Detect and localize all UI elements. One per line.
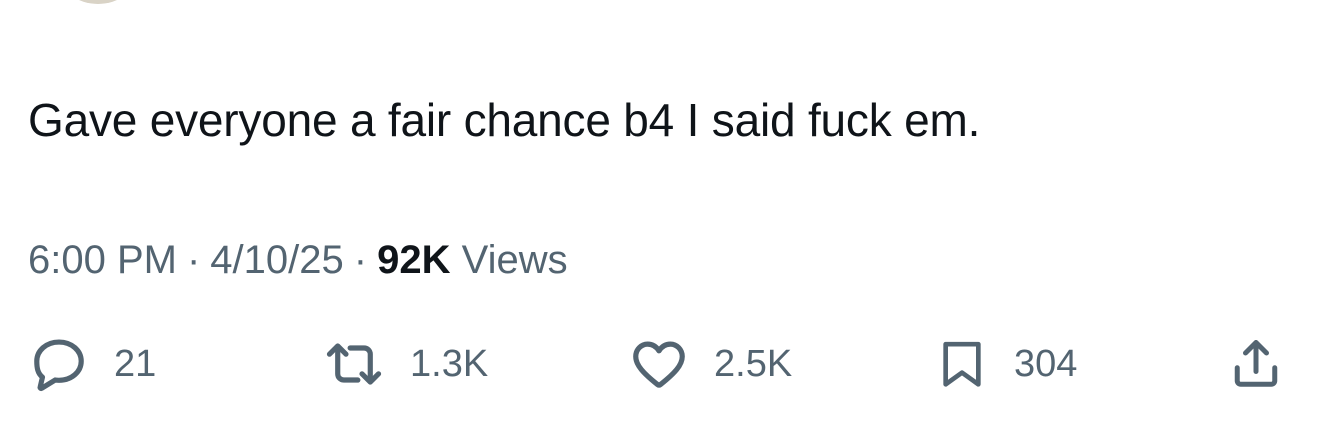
meta-separator: · [186, 238, 201, 282]
bookmark-count: 304 [1014, 343, 1078, 385]
reply-count: 21 [114, 343, 157, 385]
share-icon [1226, 334, 1286, 394]
meta-separator: · [353, 238, 368, 282]
views-label: Views [461, 238, 568, 282]
reply-icon [28, 333, 90, 395]
action-bar: 21 1.3K 2.5K 304 [0, 334, 1320, 394]
tweet-date[interactable]: 4/10/25 [210, 238, 343, 282]
like-count: 2.5K [714, 343, 793, 385]
repost-count: 1.3K [410, 343, 489, 385]
bookmark-icon [934, 333, 990, 395]
tweet-meta: 6:00 PM · 4/10/25 · 92K Views [28, 234, 568, 286]
tweet-time[interactable]: 6:00 PM [28, 238, 177, 282]
repost-button[interactable]: 1.3K [322, 334, 488, 394]
like-button[interactable]: 2.5K [628, 334, 792, 394]
views-count: 92K [377, 238, 451, 282]
reply-button[interactable]: 21 [28, 334, 156, 394]
repost-icon [322, 333, 386, 395]
heart-icon [628, 333, 690, 395]
share-button[interactable] [1226, 334, 1286, 394]
bookmark-button[interactable]: 304 [934, 334, 1077, 394]
tweet-text: Gave everyone a fair chance b4 I said fu… [28, 94, 981, 146]
avatar[interactable] [60, 0, 136, 4]
